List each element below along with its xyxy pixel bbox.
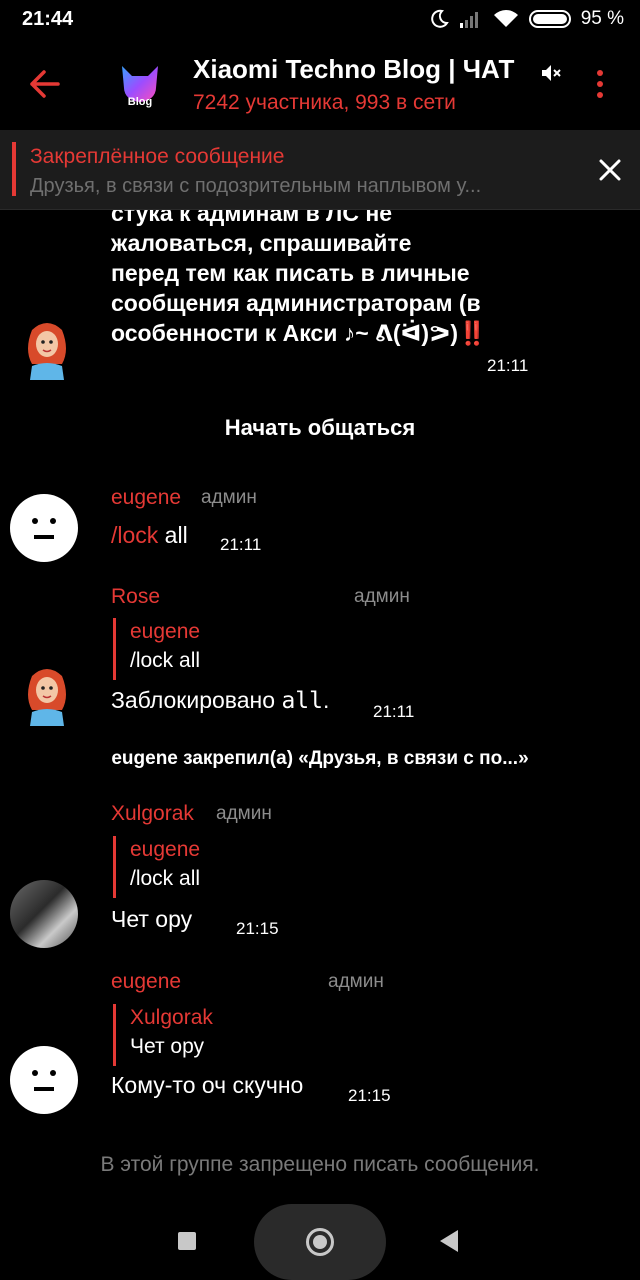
message-text: Кому-то оч скучно xyxy=(111,1072,304,1098)
quote-text: Чет ору xyxy=(130,1035,205,1058)
message-line: перед тем как писать в личные xyxy=(111,260,470,286)
pinned-message-bar[interactable]: Закреплённое сообщение Друзья, в связи с… xyxy=(0,130,640,210)
rose-avatar[interactable] xyxy=(22,320,72,380)
command-link[interactable]: /lock xyxy=(111,522,158,548)
message-line: сообщения администраторам (в xyxy=(111,290,481,316)
start-chatting-label[interactable]: Начать общаться xyxy=(0,415,640,441)
pinned-accent-bar xyxy=(12,142,16,196)
sender-name[interactable]: eugene xyxy=(111,486,181,510)
moon-icon xyxy=(430,9,449,28)
admin-badge: админ xyxy=(354,586,410,607)
command-arg: all xyxy=(158,522,188,548)
quote-name: Xulgorak xyxy=(130,1006,213,1029)
battery-icon xyxy=(528,10,571,28)
message-text: стука к админам в ЛС не жаловаться, спра… xyxy=(111,210,487,348)
message-line: особенности к Акси ♪~ ᕕ(ᐛ)ᕗ)‼️ xyxy=(111,320,487,346)
rose-avatar[interactable] xyxy=(22,666,72,726)
pinned-text: Друзья, в связи с подозрительным наплыво… xyxy=(30,175,482,197)
message-plain: Заблокировано xyxy=(111,687,282,713)
admin-badge: админ xyxy=(216,803,272,824)
status-icons: 95 % xyxy=(429,8,624,30)
more-vertical-icon[interactable] xyxy=(588,68,612,102)
eugene-avatar[interactable] xyxy=(10,1046,78,1114)
signal-icon xyxy=(459,12,478,28)
quote-name: eugene xyxy=(130,838,201,861)
message-time: 21:11 xyxy=(373,702,415,721)
reply-quote[interactable]: Xulgorak Чет ору xyxy=(113,1004,413,1066)
battery-percent: 95 % xyxy=(580,8,624,29)
system-nav-bar xyxy=(0,1200,640,1280)
inline-code: all xyxy=(281,688,323,714)
sender-name[interactable]: Rose xyxy=(111,585,160,609)
muted-speaker-icon xyxy=(542,65,561,81)
status-bar: 21:44 95 % xyxy=(0,0,640,40)
quote-name: eugene xyxy=(130,620,201,643)
message-time: 21:11 xyxy=(220,535,262,554)
message-text: Заблокировано all. xyxy=(111,687,329,714)
close-icon[interactable] xyxy=(596,156,624,184)
message-line: жаловаться, спрашивайте xyxy=(111,230,412,256)
chat-title[interactable]: Xiaomi Techno Blog | ЧАТ xyxy=(193,54,514,85)
reply-quote[interactable]: eugene /lock all xyxy=(113,836,413,898)
chat-subtitle: 7242 участника, 993 в сети xyxy=(193,91,456,114)
message-line: стука к админам в ЛС не xyxy=(111,210,392,226)
back-icon[interactable] xyxy=(440,1230,458,1252)
message-time: 21:15 xyxy=(348,1086,391,1105)
message-feed[interactable]: стука к админам в ЛС не жаловаться, спра… xyxy=(0,210,640,1210)
chat-header: Blog Xiaomi Techno Blog | ЧАТ 7242 участ… xyxy=(0,40,640,130)
home-button[interactable] xyxy=(254,1204,386,1280)
service-message: eugene закрепил(а) «Друзья, в связи с по… xyxy=(111,748,529,769)
quote-text: /lock all xyxy=(130,867,201,890)
logo-text: Blog xyxy=(127,96,153,108)
reply-quote[interactable]: eugene /lock all xyxy=(113,618,413,680)
message-time: 21:11 xyxy=(487,356,529,375)
admin-badge: админ xyxy=(201,487,257,508)
xulgorak-avatar[interactable] xyxy=(10,880,78,948)
message-text: /lock all xyxy=(111,522,188,549)
quote-text: /lock all xyxy=(130,649,201,672)
sender-name[interactable]: Xulgorak xyxy=(111,802,194,826)
sender-name[interactable]: eugene xyxy=(111,970,181,994)
eugene-avatar[interactable] xyxy=(10,494,78,562)
admin-badge: админ xyxy=(328,971,384,992)
message-text: Чет ору xyxy=(111,906,193,932)
status-time: 21:44 xyxy=(22,8,74,30)
wifi-icon xyxy=(493,10,518,27)
arrow-left-icon[interactable] xyxy=(28,64,62,104)
recents-icon[interactable] xyxy=(178,1232,196,1250)
pinned-title: Закреплённое сообщение xyxy=(30,145,285,168)
message-plain-end: . xyxy=(322,687,330,713)
message-time: 21:15 xyxy=(236,919,279,938)
write-disabled-notice: В этой группе запрещено писать сообщения… xyxy=(100,1153,540,1176)
group-avatar[interactable]: Blog xyxy=(112,58,168,114)
